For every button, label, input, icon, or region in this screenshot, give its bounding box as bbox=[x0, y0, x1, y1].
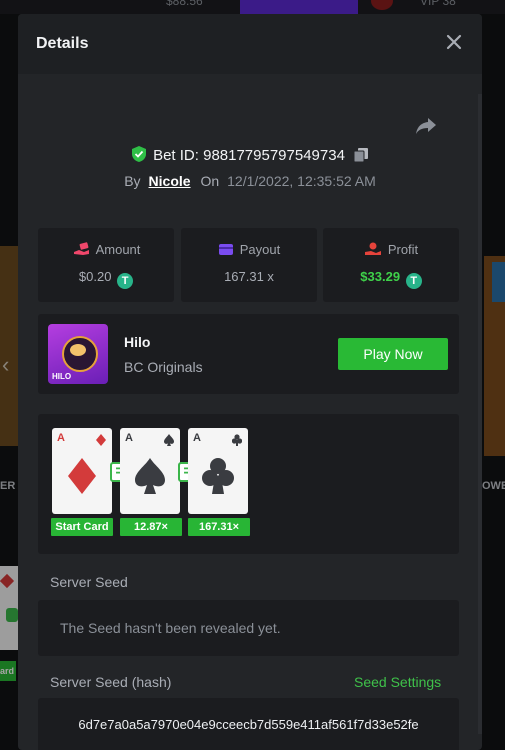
game-thumb-tag: HILO bbox=[52, 372, 72, 381]
card-rank: A bbox=[57, 432, 65, 444]
share-button[interactable] bbox=[414, 116, 438, 136]
bet-id-text: Bet ID: 98817795797549734 bbox=[153, 147, 345, 164]
close-icon bbox=[446, 34, 462, 50]
diamond-suit-icon bbox=[96, 434, 106, 446]
card-rank: A bbox=[125, 432, 133, 444]
spade-suit-icon bbox=[164, 434, 174, 446]
card-ace-diamonds: A bbox=[52, 428, 112, 514]
tether-coin-icon: T bbox=[405, 273, 422, 289]
play-now-button[interactable]: Play Now bbox=[338, 338, 448, 370]
game-name: Hilo bbox=[124, 334, 151, 350]
game-row: HILO Hilo BC Originals Play Now bbox=[38, 314, 459, 394]
server-seed-hash-label: Server Seed (hash) bbox=[50, 674, 172, 690]
server-seed-message: The Seed hasn't been revealed yet. bbox=[60, 620, 281, 636]
modal-header: Details bbox=[18, 14, 482, 74]
card-tag: Start Card bbox=[51, 518, 113, 536]
server-seed-label: Server Seed bbox=[50, 574, 128, 590]
money-hand-icon bbox=[72, 242, 90, 259]
spade-suit-icon bbox=[135, 458, 165, 494]
profit-stat: Profit $33.29 T bbox=[323, 228, 459, 302]
cards-history: A = Start Card A = 12.87× A 167.31× bbox=[38, 414, 459, 554]
username-link[interactable]: Nicole bbox=[149, 173, 191, 189]
seed-settings-link[interactable]: Seed Settings bbox=[354, 674, 441, 690]
details-modal: Details Bet ID: 98817795797549734 By Nico… bbox=[18, 14, 482, 750]
payout-label: Payout bbox=[239, 242, 281, 257]
wallet-icon bbox=[218, 243, 234, 259]
card-tag: 167.31× bbox=[188, 518, 250, 536]
payout-value: 167.31 x bbox=[224, 269, 274, 284]
bet-id-row: Bet ID: 98817795797549734 bbox=[18, 145, 482, 167]
game-provider: BC Originals bbox=[124, 359, 203, 375]
tether-coin-icon: T bbox=[117, 273, 134, 289]
copy-icon bbox=[353, 148, 368, 163]
diamond-suit-icon bbox=[68, 458, 96, 494]
profit-value: $33.29 bbox=[360, 269, 401, 284]
server-seed-hash-box: 6d7e7a0a5a7970e04e9cceecb7d559e411af561f… bbox=[38, 698, 459, 750]
bet-meta-row: By Nicole On 12/1/2022, 12:35:52 AM bbox=[18, 173, 482, 189]
on-label: On bbox=[200, 173, 220, 189]
close-button[interactable] bbox=[444, 32, 464, 52]
by-label: By bbox=[124, 173, 141, 189]
card-ace-clubs: A bbox=[188, 428, 248, 514]
scrollbar[interactable] bbox=[478, 94, 482, 734]
bet-date: 12/1/2022, 12:35:52 AM bbox=[227, 173, 376, 189]
share-arrow-icon bbox=[416, 118, 436, 134]
server-seed-hash-value: 6d7e7a0a5a7970e04e9cceecb7d559e411af561f… bbox=[78, 717, 419, 732]
game-thumbnail[interactable]: HILO bbox=[48, 324, 108, 384]
modal-title: Details bbox=[36, 35, 89, 52]
profit-label: Profit bbox=[387, 242, 419, 257]
card-rank: A bbox=[193, 432, 201, 444]
server-seed-box: The Seed hasn't been revealed yet. bbox=[38, 600, 459, 656]
amount-label: Amount bbox=[95, 242, 141, 257]
profit-hand-icon bbox=[364, 242, 382, 259]
shield-check-icon bbox=[131, 145, 147, 167]
club-suit-icon bbox=[202, 458, 234, 494]
card-tag: 12.87× bbox=[120, 518, 182, 536]
payout-stat: Payout 167.31 x bbox=[181, 228, 317, 302]
club-suit-icon bbox=[232, 434, 242, 446]
copy-button[interactable] bbox=[353, 147, 369, 167]
amount-stat: Amount $0.20 T bbox=[38, 228, 174, 302]
card-ace-spades: A bbox=[120, 428, 180, 514]
amount-value: $0.20 bbox=[78, 269, 112, 284]
